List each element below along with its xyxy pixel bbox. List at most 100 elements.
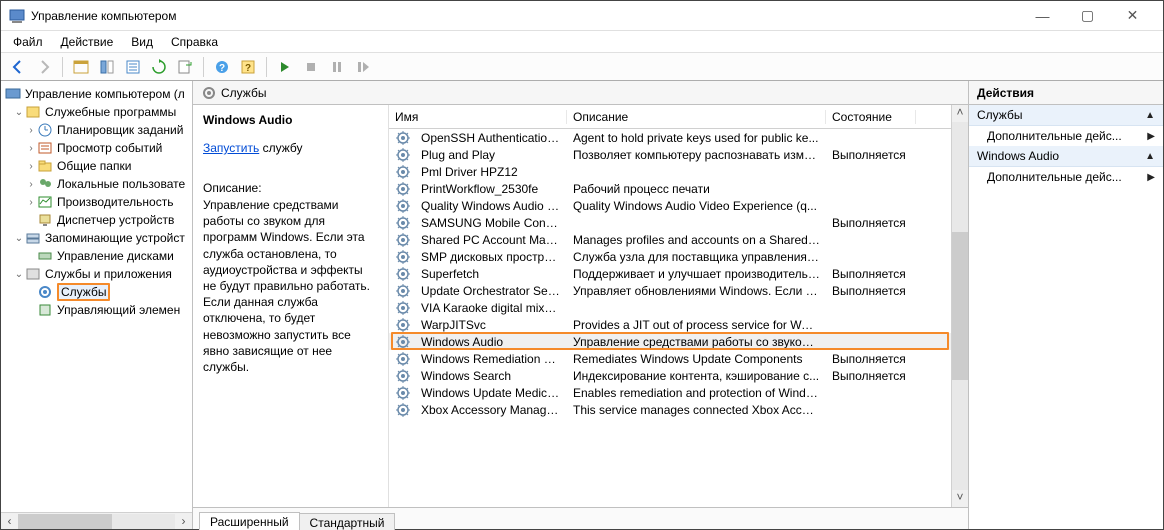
scroll-thumb[interactable] bbox=[952, 232, 968, 379]
service-description: Provides a JIT out of process service fo… bbox=[567, 318, 826, 332]
tree-services[interactable]: Службы bbox=[1, 283, 193, 301]
maximize-button[interactable]: ▢ bbox=[1065, 1, 1110, 31]
tree-shared-folders[interactable]: › Общие папки bbox=[1, 157, 193, 175]
menu-view[interactable]: Вид bbox=[123, 33, 161, 51]
service-row[interactable]: PrintWorkflow_2530feРабочий процесс печа… bbox=[389, 180, 951, 197]
tree-system-tools[interactable]: ⌄ Служебные программы bbox=[1, 103, 193, 121]
service-name: SMP дисковых пространст... bbox=[415, 250, 567, 264]
service-state: Выполняется bbox=[826, 267, 916, 281]
service-row[interactable]: Update Orchestrator ServiceУправляет обн… bbox=[389, 282, 951, 299]
service-description: Позволяет компьютеру распознавать изме..… bbox=[567, 148, 826, 162]
tree-storage[interactable]: ⌄ Запоминающие устройст bbox=[1, 229, 193, 247]
tree-wmi-control[interactable]: Управляющий элемен bbox=[1, 301, 193, 319]
services-list-header: Имя Описание Состояние bbox=[389, 105, 951, 129]
service-row[interactable]: SMP дисковых пространст...Служба узла дл… bbox=[389, 248, 951, 265]
service-row[interactable]: Windows Remediation Servi...Remediates W… bbox=[389, 350, 951, 367]
tree-event-viewer[interactable]: › Просмотр событий bbox=[1, 139, 193, 157]
restart-service-button[interactable] bbox=[352, 56, 374, 78]
list-vertical-scrollbar[interactable]: ˄ ˅ bbox=[951, 105, 968, 507]
gear-icon bbox=[395, 385, 411, 401]
actions-panel: Действия Службы▲ Дополнительные дейс...▶… bbox=[969, 81, 1163, 529]
service-row[interactable]: OpenSSH Authentication A...Agent to hold… bbox=[389, 129, 951, 146]
actions-group-windows-audio[interactable]: Windows Audio▲ bbox=[969, 146, 1163, 167]
detail-view-tabs: Расширенный Стандартный bbox=[193, 507, 968, 529]
pause-service-button[interactable] bbox=[326, 56, 348, 78]
scroll-right-button[interactable]: › bbox=[175, 514, 192, 528]
tree-root[interactable]: Управление компьютером (л bbox=[1, 85, 193, 103]
gear-icon bbox=[395, 402, 411, 418]
service-row[interactable]: Shared PC Account ManagerManages profile… bbox=[389, 231, 951, 248]
column-name[interactable]: Имя bbox=[389, 110, 567, 124]
actions-group-services[interactable]: Службы▲ bbox=[969, 105, 1163, 126]
forward-button[interactable] bbox=[33, 56, 55, 78]
gear-icon bbox=[395, 317, 411, 333]
service-state: Выполняется bbox=[826, 216, 916, 230]
service-row[interactable]: Windows Update Medic Ser...Enables remed… bbox=[389, 384, 951, 401]
menu-file[interactable]: Файл bbox=[5, 33, 51, 51]
tree-services-apps[interactable]: ⌄ ↘ Службы и приложения bbox=[1, 265, 193, 283]
service-description: Manages profiles and accounts on a Share… bbox=[567, 233, 826, 247]
service-row[interactable]: Windows AudioУправление средствами работ… bbox=[389, 333, 951, 350]
back-button[interactable] bbox=[7, 56, 29, 78]
description-heading: Описание: bbox=[203, 181, 378, 195]
help-button[interactable]: ? bbox=[211, 56, 233, 78]
tree-horizontal-scrollbar[interactable]: ‹ › bbox=[1, 512, 192, 529]
service-row[interactable]: Xbox Accessory Manageme...This service m… bbox=[389, 401, 951, 418]
window-title: Управление компьютером bbox=[31, 9, 1020, 23]
close-button[interactable]: ✕ bbox=[1110, 1, 1155, 31]
service-row[interactable]: SuperfetchПоддерживает и улучшает произв… bbox=[389, 265, 951, 282]
titlebar: Управление компьютером — ▢ ✕ bbox=[1, 1, 1163, 31]
column-state[interactable]: Состояние bbox=[826, 110, 916, 124]
scroll-left-button[interactable]: ‹ bbox=[1, 514, 18, 528]
actions-more-windows-audio[interactable]: Дополнительные дейс...▶ bbox=[969, 167, 1163, 187]
scroll-down-button[interactable]: ˅ bbox=[952, 490, 968, 507]
service-row[interactable]: WarpJITSvcProvides a JIT out of process … bbox=[389, 316, 951, 333]
minimize-button[interactable]: — bbox=[1020, 1, 1065, 31]
tree-device-manager[interactable]: ↘ Диспетчер устройств bbox=[1, 211, 193, 229]
tab-standard[interactable]: Стандартный bbox=[299, 513, 396, 530]
service-description: Поддерживает и улучшает производительн..… bbox=[567, 267, 826, 281]
service-row[interactable]: Pml Driver HPZ12 bbox=[389, 163, 951, 180]
navigation-tree[interactable]: Управление компьютером (л ⌄ Служебные пр… bbox=[1, 81, 193, 512]
gear-icon bbox=[395, 147, 411, 163]
actions-title: Действия bbox=[969, 81, 1163, 105]
service-state: Выполняется bbox=[826, 284, 916, 298]
service-row[interactable]: Windows SearchИндексирование контента, к… bbox=[389, 367, 951, 384]
refresh-button[interactable] bbox=[148, 56, 170, 78]
service-name: VIA Karaoke digital mixer Se... bbox=[415, 301, 567, 315]
export-list-button[interactable] bbox=[174, 56, 196, 78]
export-button[interactable] bbox=[122, 56, 144, 78]
actions-more-services[interactable]: Дополнительные дейс...▶ bbox=[969, 126, 1163, 146]
service-description: Agent to hold private keys used for publ… bbox=[567, 131, 826, 145]
tree-disk-management[interactable]: Управление дисками bbox=[1, 247, 193, 265]
service-state: Выполняется bbox=[826, 352, 916, 366]
menu-action[interactable]: Действие bbox=[53, 33, 122, 51]
service-row[interactable]: Quality Windows Audio Vid...Quality Wind… bbox=[389, 197, 951, 214]
tree-performance[interactable]: › Производительность bbox=[1, 193, 193, 211]
service-row[interactable]: VIA Karaoke digital mixer Se... bbox=[389, 299, 951, 316]
stop-service-button[interactable] bbox=[300, 56, 322, 78]
tree-task-scheduler[interactable]: › Планировщик заданий bbox=[1, 121, 193, 139]
gear-icon bbox=[395, 283, 411, 299]
tab-extended[interactable]: Расширенный bbox=[199, 512, 300, 530]
gear-icon bbox=[395, 300, 411, 316]
column-description[interactable]: Описание bbox=[567, 110, 826, 124]
show-hide-tree-button[interactable] bbox=[70, 56, 92, 78]
detail-service-name: Windows Audio bbox=[203, 113, 378, 127]
menu-help[interactable]: Справка bbox=[163, 33, 226, 51]
service-name: Windows Update Medic Ser... bbox=[415, 386, 567, 400]
service-name: Quality Windows Audio Vid... bbox=[415, 199, 567, 213]
service-row[interactable]: SAMSUNG Mobile Connecti...Выполняется bbox=[389, 214, 951, 231]
service-state: Выполняется bbox=[826, 369, 916, 383]
start-service-link[interactable]: Запустить bbox=[203, 141, 259, 155]
tree-local-users[interactable]: › Локальные пользовате bbox=[1, 175, 193, 193]
service-name: WarpJITSvc bbox=[415, 318, 567, 332]
service-description: Enables remediation and protection of Wi… bbox=[567, 386, 826, 400]
help2-button[interactable]: ? bbox=[237, 56, 259, 78]
services-list[interactable]: OpenSSH Authentication A...Agent to hold… bbox=[389, 129, 951, 507]
scroll-thumb[interactable] bbox=[18, 514, 112, 529]
start-service-button[interactable] bbox=[274, 56, 296, 78]
scroll-up-button[interactable]: ˄ bbox=[952, 105, 968, 122]
properties-button[interactable] bbox=[96, 56, 118, 78]
service-row[interactable]: Plug and PlayПозволяет компьютеру распоз… bbox=[389, 146, 951, 163]
